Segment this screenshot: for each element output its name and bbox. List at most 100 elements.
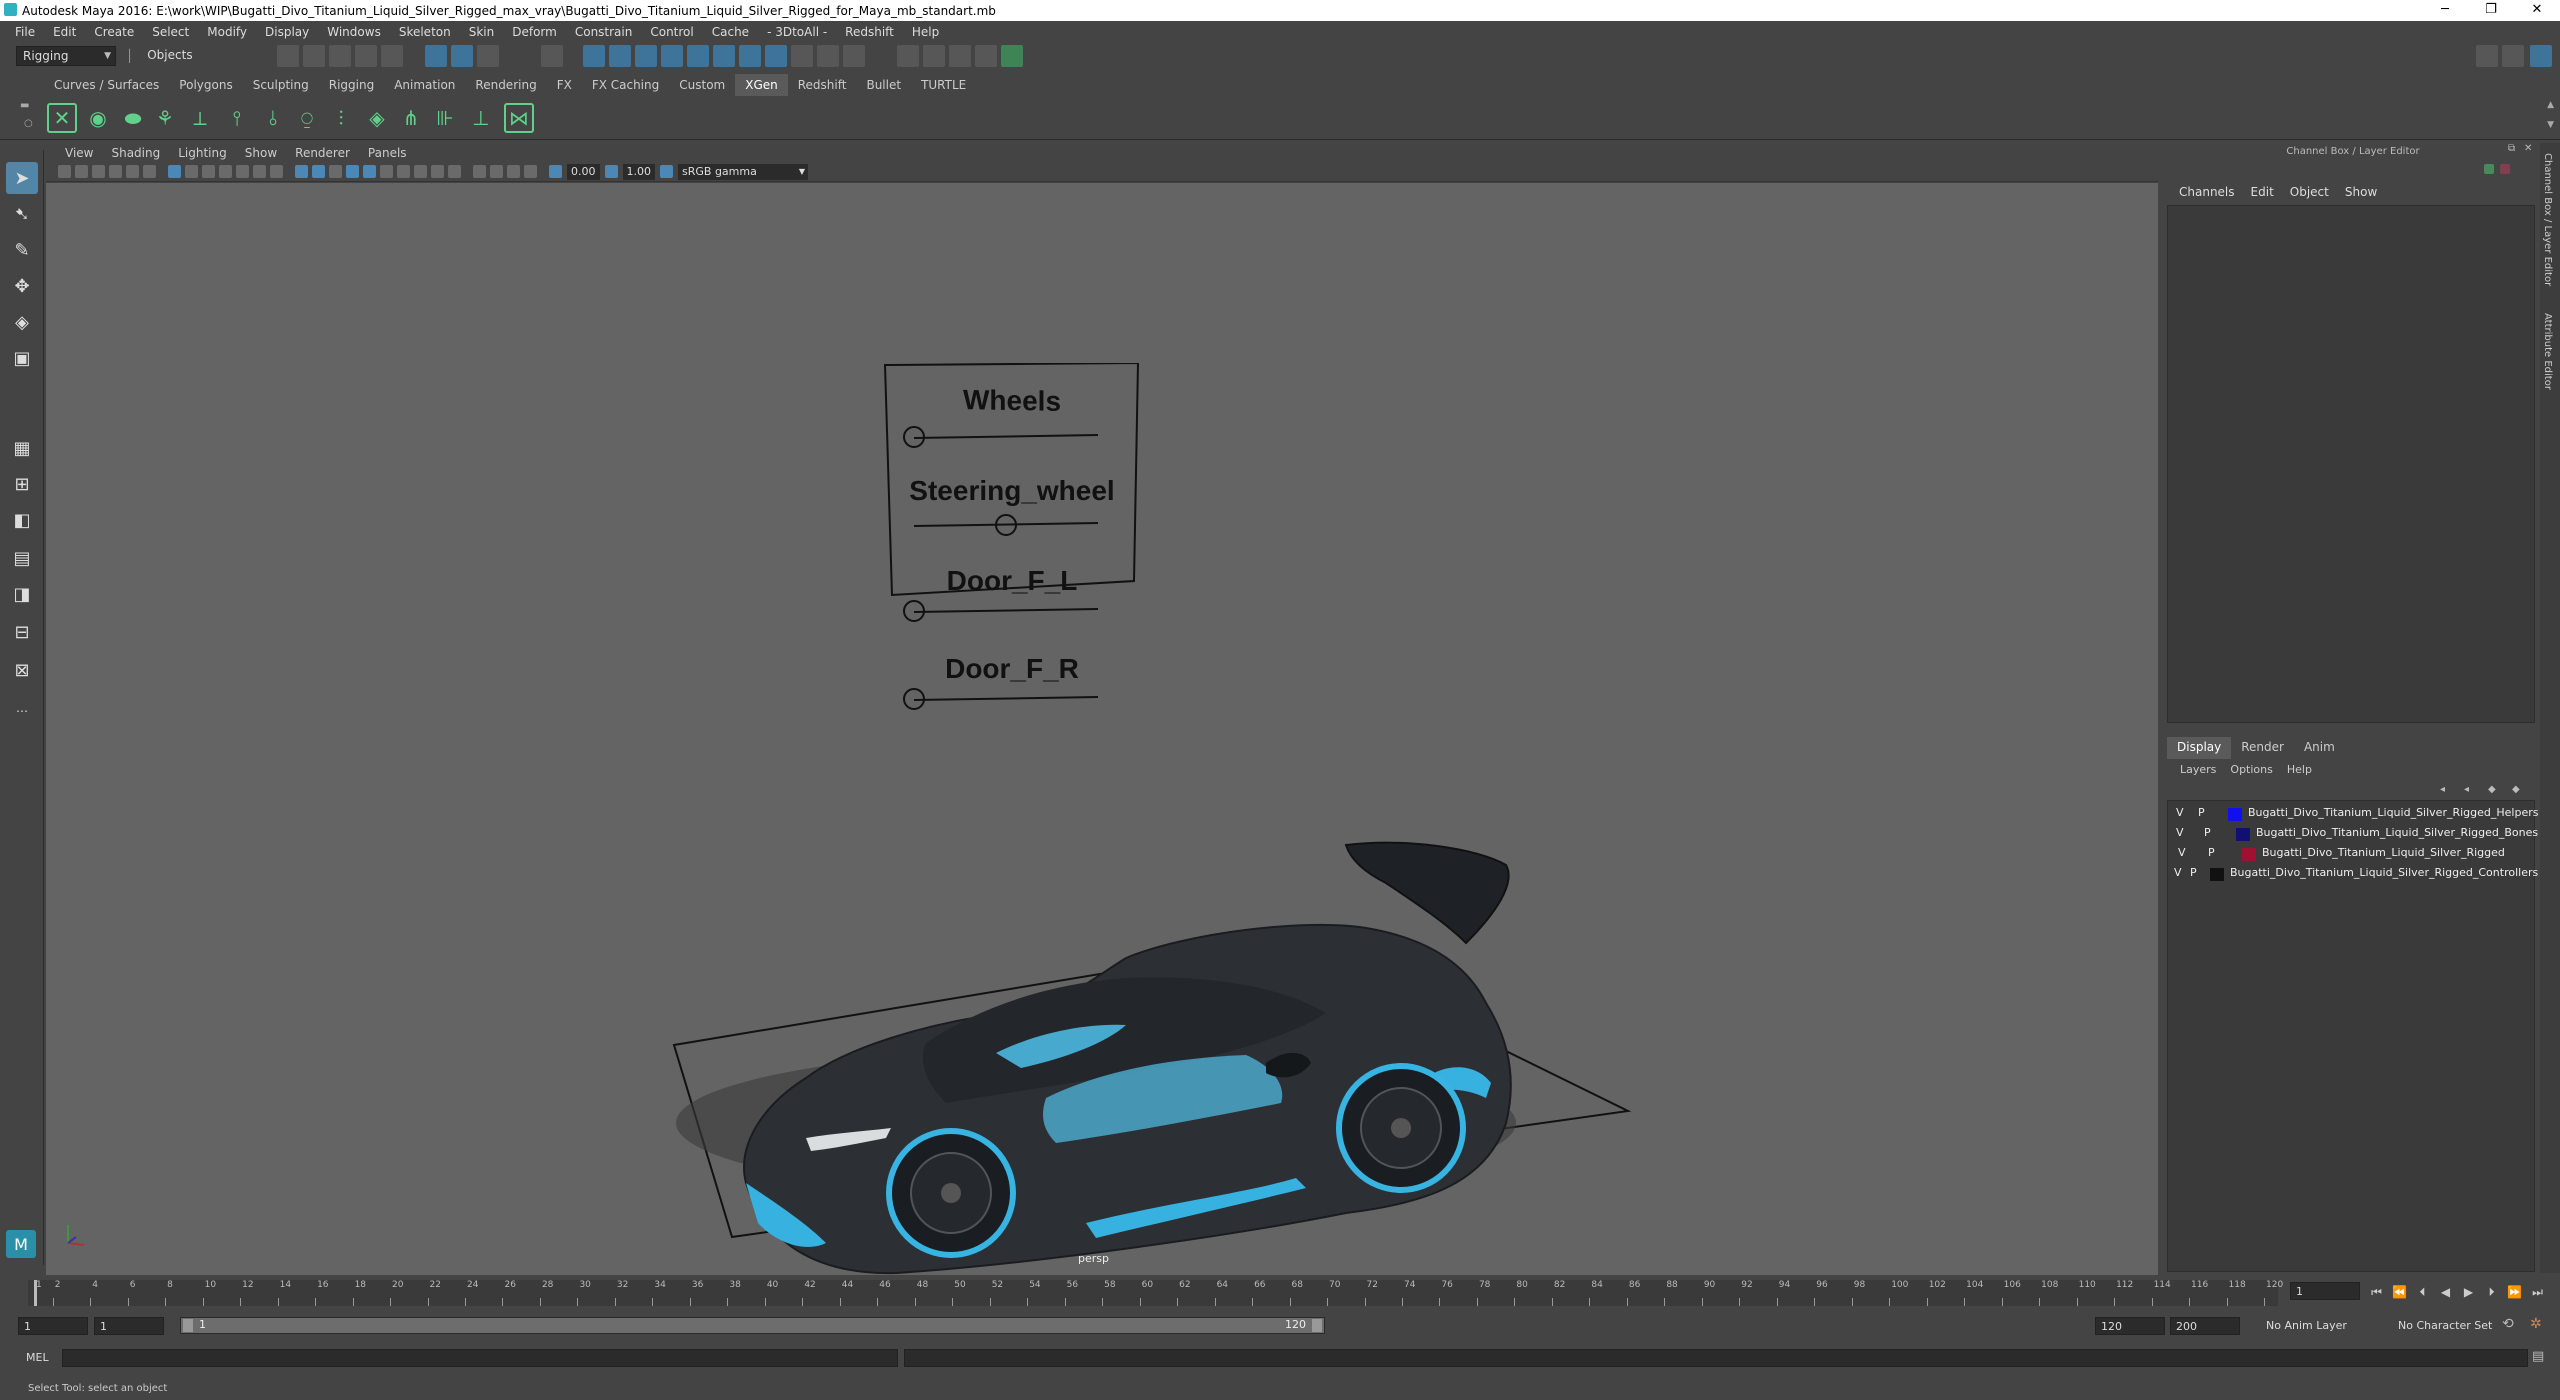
gamma-icon[interactable] bbox=[604, 165, 618, 178]
render-settings-icon[interactable] bbox=[975, 45, 998, 67]
shelf-tab-animation[interactable]: Animation bbox=[384, 74, 465, 96]
select-component-icon[interactable] bbox=[477, 45, 500, 67]
float-panel-icon[interactable]: ⧉ bbox=[2508, 143, 2515, 154]
menu-file[interactable]: File bbox=[6, 25, 44, 39]
xray-joints-icon[interactable] bbox=[524, 165, 537, 178]
isolate-select-icon[interactable] bbox=[473, 165, 486, 178]
render-view-icon[interactable] bbox=[897, 45, 920, 67]
color-management-icon[interactable] bbox=[660, 165, 673, 178]
menu-skin[interactable]: Skin bbox=[460, 25, 504, 39]
viewport-menu-show[interactable]: Show bbox=[236, 146, 286, 160]
command-input[interactable] bbox=[62, 1349, 898, 1367]
close-panel-icon[interactable]: ✕ bbox=[2524, 143, 2532, 154]
xgen-create-description-icon[interactable]: ◉ bbox=[83, 103, 113, 133]
motion-blur-icon[interactable] bbox=[414, 165, 427, 178]
layer-playback-toggle[interactable]: P bbox=[2190, 866, 2197, 879]
shelf-tab-rigging[interactable]: Rigging bbox=[319, 74, 384, 96]
shelf-tab-fx-caching[interactable]: FX Caching bbox=[582, 74, 669, 96]
viewport-menu-lighting[interactable]: Lighting bbox=[169, 146, 236, 160]
shelf-tab-polygons[interactable]: Polygons bbox=[169, 74, 242, 96]
preferences-icon[interactable]: ✲ bbox=[2530, 1316, 2542, 1332]
menu-redshift[interactable]: Redshift bbox=[836, 25, 903, 39]
toggle-outliner-icon[interactable] bbox=[2502, 45, 2524, 67]
snap-grid-icon[interactable] bbox=[541, 45, 564, 67]
shelf-tab-bullet[interactable]: Bullet bbox=[856, 74, 911, 96]
rotate-tool-icon[interactable]: ◈ bbox=[6, 306, 38, 338]
grid-icon[interactable] bbox=[168, 165, 181, 178]
construction-history-icon[interactable] bbox=[765, 45, 788, 67]
xgen-lock-guides-icon[interactable]: ⍜ bbox=[292, 103, 322, 133]
step-forward-frame-icon[interactable]: ⏵ bbox=[2480, 1285, 2503, 1300]
shelf-tab-custom[interactable]: Custom bbox=[669, 74, 735, 96]
play-backwards-icon[interactable]: ◀ bbox=[2434, 1285, 2457, 1299]
snap-pivot-icon[interactable] bbox=[713, 45, 736, 67]
xgen-guide-length-icon[interactable]: ⫶ bbox=[326, 103, 356, 133]
menu-edit[interactable]: Edit bbox=[44, 25, 85, 39]
layer-color-swatch[interactable] bbox=[2210, 868, 2224, 881]
move-tool-icon[interactable]: ✥ bbox=[6, 270, 38, 302]
gamma-field[interactable]: 1.00 bbox=[622, 163, 655, 180]
shelf-tab-curves-surfaces[interactable]: Curves / Surfaces bbox=[44, 74, 169, 96]
shelf-tab-turtle[interactable]: TURTLE bbox=[911, 74, 976, 96]
camera-select-icon[interactable] bbox=[58, 165, 71, 178]
go-to-start-icon[interactable]: ⏮ bbox=[2365, 1285, 2388, 1300]
xgen-sculpt-guides-icon[interactable]: ⫯ bbox=[222, 103, 252, 133]
channel-box-menu-channels[interactable]: Channels bbox=[2171, 185, 2243, 199]
ambient-occlusion-icon[interactable] bbox=[397, 165, 410, 178]
persp-uv-layout-icon[interactable]: ⊟ bbox=[6, 616, 38, 648]
shelf-tab-rendering[interactable]: Rendering bbox=[465, 74, 546, 96]
exposure-icon[interactable] bbox=[549, 165, 562, 178]
menu-control[interactable]: Control bbox=[641, 25, 702, 39]
wireframe-on-shaded-icon[interactable] bbox=[329, 165, 342, 178]
field-chart-icon[interactable] bbox=[236, 165, 249, 178]
menu-set-dropdown[interactable]: Rigging ▼ bbox=[16, 46, 116, 66]
snap-surface-icon[interactable] bbox=[661, 45, 684, 67]
toggle-channel-box-icon[interactable] bbox=[2530, 45, 2552, 67]
layer-visibility-toggle[interactable]: V bbox=[2176, 826, 2184, 839]
layer-playback-toggle[interactable]: P bbox=[2204, 826, 2211, 839]
shadows-icon[interactable] bbox=[380, 165, 393, 178]
layer-playback-toggle[interactable]: P bbox=[2208, 846, 2215, 859]
new-layer-selected-icon[interactable]: ◆ bbox=[2512, 784, 2520, 795]
use-lights-icon[interactable] bbox=[363, 165, 376, 178]
textured-icon[interactable] bbox=[346, 165, 359, 178]
layer-menu-layers[interactable]: Layers bbox=[2173, 763, 2223, 776]
menu-windows[interactable]: Windows bbox=[318, 25, 390, 39]
layer-visibility-toggle[interactable]: V bbox=[2176, 806, 2184, 819]
lock-icon[interactable] bbox=[791, 45, 814, 67]
redo-icon[interactable] bbox=[381, 45, 404, 67]
menu-create[interactable]: Create bbox=[85, 25, 143, 39]
layer-color-swatch[interactable] bbox=[2236, 828, 2250, 841]
range-start-handle-icon[interactable] bbox=[183, 1319, 193, 1332]
layer-tab-display[interactable]: Display bbox=[2167, 737, 2232, 759]
xgen-splines-icon[interactable]: ⋔ bbox=[396, 103, 426, 133]
layer-color-swatch[interactable] bbox=[2242, 848, 2256, 861]
bookmark-icon[interactable] bbox=[92, 165, 105, 178]
channel-box-menu-show[interactable]: Show bbox=[2337, 185, 2385, 199]
menu-select[interactable]: Select bbox=[143, 25, 198, 39]
new-layer-icon[interactable]: ◆ bbox=[2488, 784, 2496, 795]
ipr-render-icon[interactable] bbox=[949, 45, 972, 67]
layer-tab-render[interactable]: Render bbox=[2231, 737, 2294, 759]
menu-cache[interactable]: Cache bbox=[703, 25, 758, 39]
safe-title-icon[interactable] bbox=[270, 165, 283, 178]
xgen-place-guides-icon[interactable]: ⚘ bbox=[150, 103, 180, 133]
step-forward-key-icon[interactable]: ⏩ bbox=[2503, 1285, 2526, 1299]
shelf-tab-fx[interactable]: FX bbox=[547, 74, 582, 96]
xgen-preview-icon[interactable]: ⋈ bbox=[504, 103, 534, 133]
manipulator-icon[interactable] bbox=[2484, 164, 2494, 174]
grease-pencil-icon[interactable] bbox=[143, 165, 156, 178]
snap-view-plane-icon[interactable] bbox=[635, 45, 658, 67]
undo-icon[interactable] bbox=[355, 45, 378, 67]
persp-hypershade-layout-icon[interactable]: ◨ bbox=[6, 578, 38, 610]
outliner-layout-icon[interactable]: ⊠ bbox=[6, 654, 38, 686]
layer-row[interactable]: V P Bugatti_Divo_Titanium_Liquid_Silver_… bbox=[2168, 806, 2538, 825]
image-plane-icon[interactable] bbox=[109, 165, 122, 178]
lasso-tool-icon[interactable]: ➷ bbox=[6, 198, 38, 230]
color-space-dropdown[interactable]: sRGB gamma ▼ bbox=[678, 163, 808, 180]
safe-action-icon[interactable] bbox=[253, 165, 266, 178]
depth-of-field-icon[interactable] bbox=[448, 165, 461, 178]
select-object-icon[interactable] bbox=[451, 45, 474, 67]
menu-help[interactable]: Help bbox=[903, 25, 948, 39]
maya-home-icon[interactable]: M bbox=[6, 1230, 36, 1258]
